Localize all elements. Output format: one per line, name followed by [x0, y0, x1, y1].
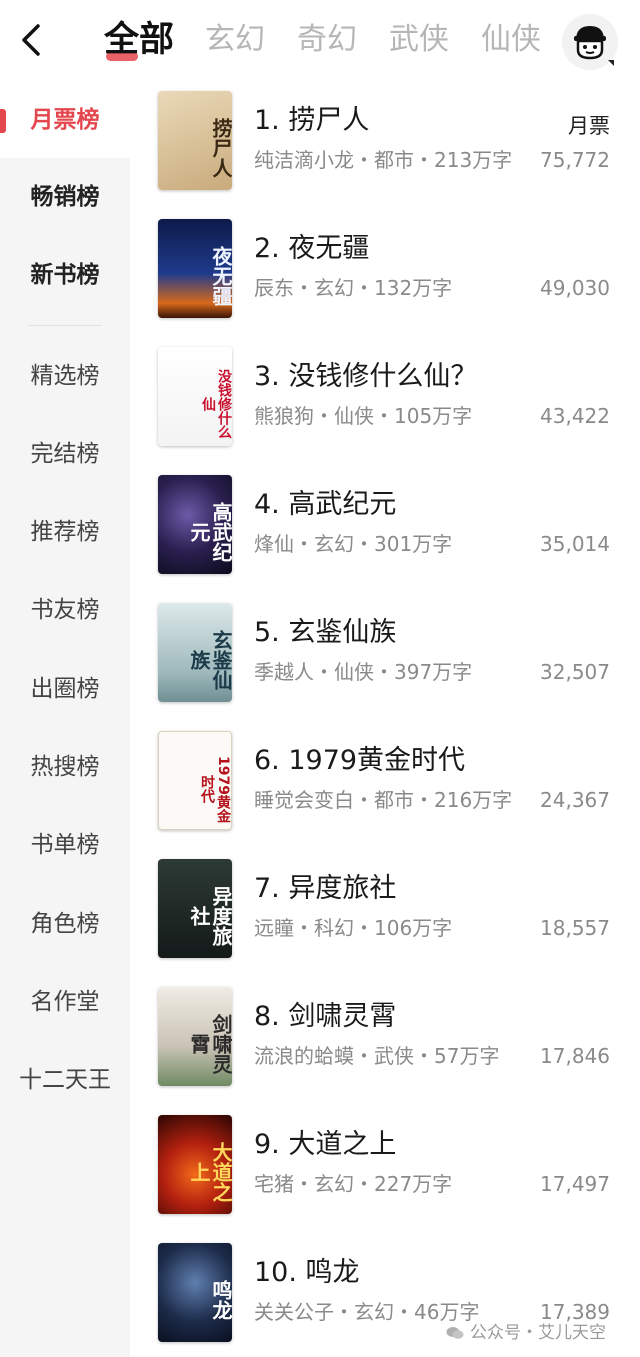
- book-meta: 辰东・玄幻・132万字: [254, 276, 453, 300]
- book-title: 9. 大道之上: [254, 1129, 397, 1160]
- book-cover: 大道之上: [158, 1115, 232, 1214]
- book-meta: 宅猪・玄幻・227万字: [254, 1172, 453, 1196]
- sidebar-item-breakout[interactable]: 出圈榜: [0, 659, 130, 719]
- book-meta: 流浪的蛤蟆・武侠・57万字: [254, 1044, 500, 1068]
- book-cover: 夜无疆: [158, 219, 232, 318]
- book-votes: 18,557: [540, 916, 610, 940]
- book-votes: 32,507: [540, 660, 610, 684]
- book-cover: 没钱修什么仙: [158, 347, 232, 446]
- book-cover: 1979黄金时代: [158, 731, 232, 830]
- book-meta: 远瞳・科幻・106万字: [254, 916, 453, 940]
- book-cover: 剑啸灵霄: [158, 987, 232, 1086]
- list-item[interactable]: 夜无疆 2. 夜无疆 辰东・玄幻・132万字 49,030: [130, 210, 640, 338]
- book-cover: 高武纪元: [158, 475, 232, 574]
- list-item[interactable]: 玄鉴仙族 5. 玄鉴仙族 季越人・仙侠・397万字 32,507: [130, 594, 640, 722]
- list-item[interactable]: 高武纪元 4. 高武纪元 烽仙・玄幻・301万字 35,014: [130, 466, 640, 594]
- list-item[interactable]: 剑啸灵霄 8. 剑啸灵霄 流浪的蛤蟆・武侠・57万字 17,846: [130, 978, 640, 1106]
- sidebar-item-monthly-ticket[interactable]: 月票榜: [0, 90, 130, 150]
- book-cover: 鸣龙: [158, 1243, 232, 1342]
- tab-wuxia[interactable]: 武侠: [389, 18, 449, 62]
- sidebar-item-masterpieces[interactable]: 名作堂: [0, 972, 130, 1032]
- list-item[interactable]: 捞尸人 1. 捞尸人 纯洁滴小龙・都市・213万字 75,772: [130, 82, 640, 210]
- book-votes: 24,367: [540, 788, 610, 812]
- book-title: 10. 鸣龙: [254, 1257, 360, 1288]
- list-item[interactable]: 1979黄金时代 6. 1979黄金时代 睡觉会变白・都市・216万字 24,3…: [130, 722, 640, 850]
- book-cover: 捞尸人: [158, 91, 232, 190]
- book-meta: 烽仙・玄幻・301万字: [254, 532, 453, 556]
- book-title: 7. 异度旅社: [254, 873, 397, 904]
- book-votes: 75,772: [540, 148, 610, 172]
- book-meta: 季越人・仙侠・397万字: [254, 660, 473, 684]
- book-cover: 玄鉴仙族: [158, 603, 232, 702]
- book-title: 3. 没钱修什么仙？: [254, 361, 478, 392]
- book-votes: 49,030: [540, 276, 610, 300]
- tab-xuanhuan[interactable]: 玄幻: [205, 18, 265, 62]
- sidebar-item-readers[interactable]: 书友榜: [0, 580, 130, 640]
- sidebar-divider: [28, 325, 102, 326]
- tab-qihuan[interactable]: 奇幻: [297, 18, 357, 62]
- watermark-text: 公众号・艾儿天空: [470, 1323, 606, 1343]
- book-title: 1. 捞尸人: [254, 105, 370, 136]
- book-title: 2. 夜无疆: [254, 233, 370, 264]
- book-meta: 熊狼狗・仙侠・105万字: [254, 404, 473, 428]
- list-item[interactable]: 异度旅社 7. 异度旅社 远瞳・科幻・106万字 18,557: [130, 850, 640, 978]
- wechat-icon: [446, 1327, 464, 1339]
- sidebar-item-twelve-kings[interactable]: 十二天王: [0, 1050, 130, 1110]
- chevron-left-icon: [22, 24, 40, 56]
- sidebar-item-characters[interactable]: 角色榜: [0, 894, 130, 954]
- sidebar-item-booklist[interactable]: 书单榜: [0, 815, 130, 875]
- back-button[interactable]: [14, 20, 48, 60]
- book-title: 8. 剑啸灵霄: [254, 1001, 397, 1032]
- book-title: 5. 玄鉴仙族: [254, 617, 397, 648]
- tab-all[interactable]: 全部: [104, 18, 174, 62]
- book-cover: 异度旅社: [158, 859, 232, 958]
- list-item[interactable]: 没钱修什么仙 3. 没钱修什么仙？ 熊狼狗・仙侠・105万字 43,422: [130, 338, 640, 466]
- sidebar-item-new-books[interactable]: 新书榜: [0, 245, 130, 305]
- user-avatar-icon: [574, 26, 614, 66]
- ranking-sidebar: 月票榜 畅销榜 新书榜 精选榜 完结榜 推荐榜 书友榜 出圈榜 热搜榜 书单榜 …: [0, 82, 130, 1357]
- tab-xianxia[interactable]: 仙侠: [481, 18, 541, 62]
- user-avatar-button[interactable]: [562, 14, 618, 70]
- sidebar-item-featured[interactable]: 精选榜: [0, 346, 130, 406]
- book-votes: 17,497: [540, 1172, 610, 1196]
- list-item[interactable]: 大道之上 9. 大道之上 宅猪・玄幻・227万字 17,497: [130, 1106, 640, 1234]
- book-meta: 纯洁滴小龙・都市・213万字: [254, 148, 513, 172]
- sidebar-item-completed[interactable]: 完结榜: [0, 424, 130, 484]
- ranking-list: 月票 捞尸人 1. 捞尸人 纯洁滴小龙・都市・213万字 75,772 夜无疆 …: [130, 82, 640, 1357]
- watermark: 公众号・艾儿天空: [446, 1318, 606, 1343]
- top-bar: 全部 玄幻 奇幻 武侠 仙侠: [0, 0, 640, 82]
- sidebar-item-recommended[interactable]: 推荐榜: [0, 502, 130, 562]
- sidebar-item-hot-search[interactable]: 热搜榜: [0, 737, 130, 797]
- book-title: 4. 高武纪元: [254, 489, 397, 520]
- book-votes: 17,846: [540, 1044, 610, 1068]
- sidebar-item-bestseller[interactable]: 畅销榜: [0, 167, 130, 227]
- book-meta: 睡觉会变白・都市・216万字: [254, 788, 513, 812]
- book-votes: 35,014: [540, 532, 610, 556]
- book-votes: 43,422: [540, 404, 610, 428]
- book-title: 6. 1979黄金时代: [254, 745, 466, 776]
